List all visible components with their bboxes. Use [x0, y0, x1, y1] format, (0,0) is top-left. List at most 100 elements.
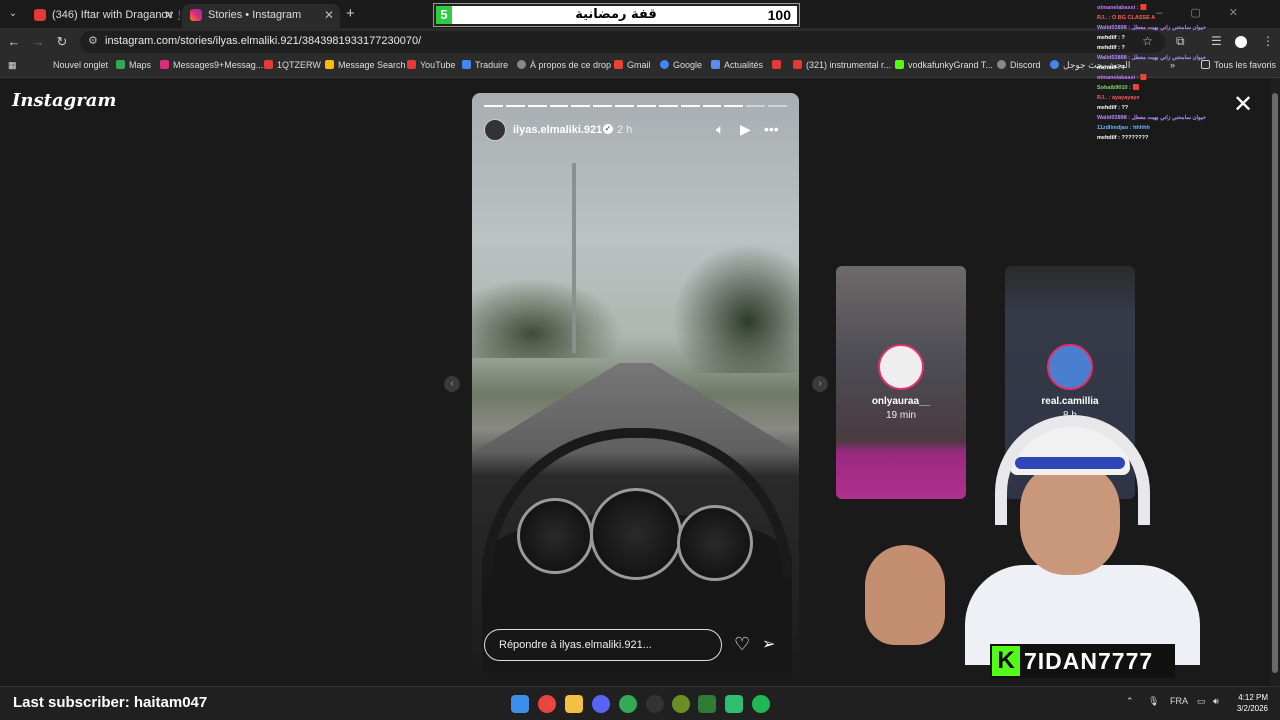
main-story[interactable]: ilyas.elmaliki.921 ✓ 2 h 🔈︎ ▶ ••• Répond…	[472, 93, 799, 673]
progress-segment	[746, 105, 766, 107]
forward-arrow-icon[interactable]: →	[30, 34, 46, 49]
chat-message: Sohaib9010 : 🟥	[1097, 85, 1140, 91]
counter-title: قفة رمضانية	[575, 7, 657, 22]
back-arrow-icon[interactable]: ←	[6, 34, 22, 49]
browser-toolbar: ← → ↻ ⚙ instagram.com/stories/ilyas.elma…	[0, 28, 1280, 56]
story-time: 2 h	[617, 124, 633, 136]
bookmark-item[interactable]: (321) instrumental r...	[793, 60, 891, 70]
bookmark-item[interactable]: Gmail	[614, 60, 651, 70]
site-info-icon[interactable]: ⚙	[88, 34, 98, 47]
kick-icon: K	[992, 646, 1020, 676]
microphone-icon[interactable]: 🎙︎	[1148, 696, 1159, 707]
chrome-icon[interactable]	[538, 695, 556, 713]
news-icon	[711, 60, 720, 69]
streamer-webcam	[860, 395, 1210, 680]
chat-message: Walid03898 : حيوان سامحني زاني بهيت معطل	[1097, 115, 1206, 121]
reply-input[interactable]: Répondre à ilyas.elmaliki.921...	[484, 629, 722, 661]
chart-icon	[325, 60, 334, 69]
progress-segment	[702, 105, 722, 107]
reload-icon[interactable]: ↻	[54, 34, 70, 50]
bookmark-item[interactable]: Messages9+Messag...	[160, 60, 263, 70]
bookmark-item[interactable]: Nouvel onglet	[53, 60, 108, 70]
app-icon[interactable]	[672, 695, 690, 713]
chat-message: RJ.. : O BG CLASSE A	[1097, 15, 1156, 21]
clock-time: 4:12 PM	[1238, 693, 1268, 702]
chat-message: 11zdlimdjao : hhhhh	[1097, 125, 1150, 131]
bookmark-item[interactable]: Message Search	[325, 60, 406, 70]
network-icon[interactable]: ▭	[1197, 696, 1206, 707]
speedometer	[590, 488, 682, 580]
chat-message: mehdilf : ?	[1097, 65, 1125, 71]
chat-message: Walid03898 : حيوان سامحني زاني بهيت معطل	[1097, 25, 1206, 31]
chat-message: Walid03898 : حيوان سامحني زاني بهيت معطل	[1097, 55, 1206, 61]
tab-instagram[interactable]: Stories • Instagram ✕	[182, 4, 340, 28]
next-story-icon[interactable]: ›	[812, 376, 828, 392]
verified-icon: ✓	[603, 124, 613, 134]
progress-segment	[484, 105, 503, 107]
bookmark-item[interactable]: À propos de ce drop	[517, 60, 611, 70]
volume-icon[interactable]: 🔊︎	[1213, 696, 1219, 707]
last-subscriber-label: Last subscriber: haitam047	[13, 694, 208, 711]
maps-icon	[116, 60, 125, 69]
spotify-icon[interactable]	[752, 695, 770, 713]
send-icon[interactable]: ➢	[762, 634, 775, 654]
mute-icon[interactable]: 🔈︎	[716, 121, 724, 138]
tab-title: Stories • Instagram	[208, 9, 302, 21]
more-options-icon[interactable]: •••	[764, 121, 779, 137]
bookmark-item[interactable]: vodkafunkyGrand T...	[895, 60, 993, 70]
progress-segment	[615, 105, 635, 107]
close-tab-icon[interactable]: ✕	[324, 4, 334, 26]
app-icon[interactable]	[725, 695, 743, 713]
discord-icon[interactable]	[592, 695, 610, 713]
clock-date: 3/2/2026	[1236, 704, 1268, 713]
avatar[interactable]	[484, 119, 506, 141]
chat-message: RJ.. : ayayayaye	[1097, 95, 1140, 101]
system-clock[interactable]: 4:12 PM 3/2/2026	[1228, 692, 1268, 714]
bookmark-item[interactable]	[772, 60, 785, 70]
chrome-profile-icon[interactable]	[619, 695, 637, 713]
tray-chevron-icon[interactable]: ⌃	[1126, 696, 1134, 707]
bookmark-item[interactable]: Actualités	[711, 60, 763, 70]
goal-counter-overlay: 5 قفة رمضانية 100	[433, 3, 800, 27]
apps-grid-icon[interactable]: ▦	[8, 60, 17, 71]
like-heart-icon[interactable]: ♡	[734, 634, 750, 655]
progress-segment	[593, 105, 613, 107]
globe-icon	[517, 60, 526, 69]
tachometer	[517, 498, 593, 574]
youtube-icon	[793, 60, 802, 69]
story-progress-bar	[484, 105, 788, 107]
chat-message: mehdilf : ?	[1097, 45, 1125, 51]
globe-icon	[997, 60, 1006, 69]
tab-youtube[interactable]: (346) Iftar with Draganov 🧕 ... ✕	[26, 4, 180, 28]
kick-studio-icon[interactable]	[698, 695, 716, 713]
bookmark-item[interactable]: Google	[660, 60, 702, 70]
progress-segment	[527, 105, 547, 107]
bookmark-item[interactable]: Discord	[997, 60, 1041, 70]
progress-segment	[768, 105, 788, 107]
scrollbar-thumb[interactable]	[1272, 93, 1278, 673]
instagram-logo[interactable]: Instagram	[12, 90, 116, 111]
kick-icon	[895, 60, 904, 69]
tab-search-chevron-icon[interactable]: ⌄	[4, 5, 22, 23]
bookmark-item[interactable]: Traduire	[462, 60, 508, 70]
bookmark-item[interactable]: 1QTZERW	[264, 60, 321, 70]
bookmark-item[interactable]: Maps	[116, 60, 151, 70]
play-icon[interactable]: ▶	[740, 121, 751, 138]
new-tab-button[interactable]: +	[346, 5, 355, 22]
story-username[interactable]: ilyas.elmaliki.921	[513, 124, 602, 136]
progress-segment	[658, 105, 678, 107]
street-lamp	[572, 163, 576, 353]
previous-story-icon[interactable]: ‹	[444, 376, 460, 392]
youtube-icon	[772, 60, 781, 69]
bookmark-item[interactable]: YouTube	[407, 60, 455, 70]
language-indicator[interactable]: FRA	[1170, 696, 1188, 706]
file-explorer-icon[interactable]	[565, 695, 583, 713]
address-bar[interactable]: ⚙ instagram.com/stories/ilyas.elmaliki.9…	[80, 31, 1165, 53]
story-header: ilyas.elmaliki.921 ✓ 2 h 🔈︎ ▶ •••	[484, 119, 787, 143]
page-scrollbar[interactable]	[1270, 79, 1280, 686]
avatar	[1047, 344, 1093, 390]
start-icon[interactable]	[511, 695, 529, 713]
close-tab-icon[interactable]: ✕	[164, 4, 174, 26]
obs-icon[interactable]	[646, 695, 664, 713]
youtube-icon	[407, 60, 416, 69]
